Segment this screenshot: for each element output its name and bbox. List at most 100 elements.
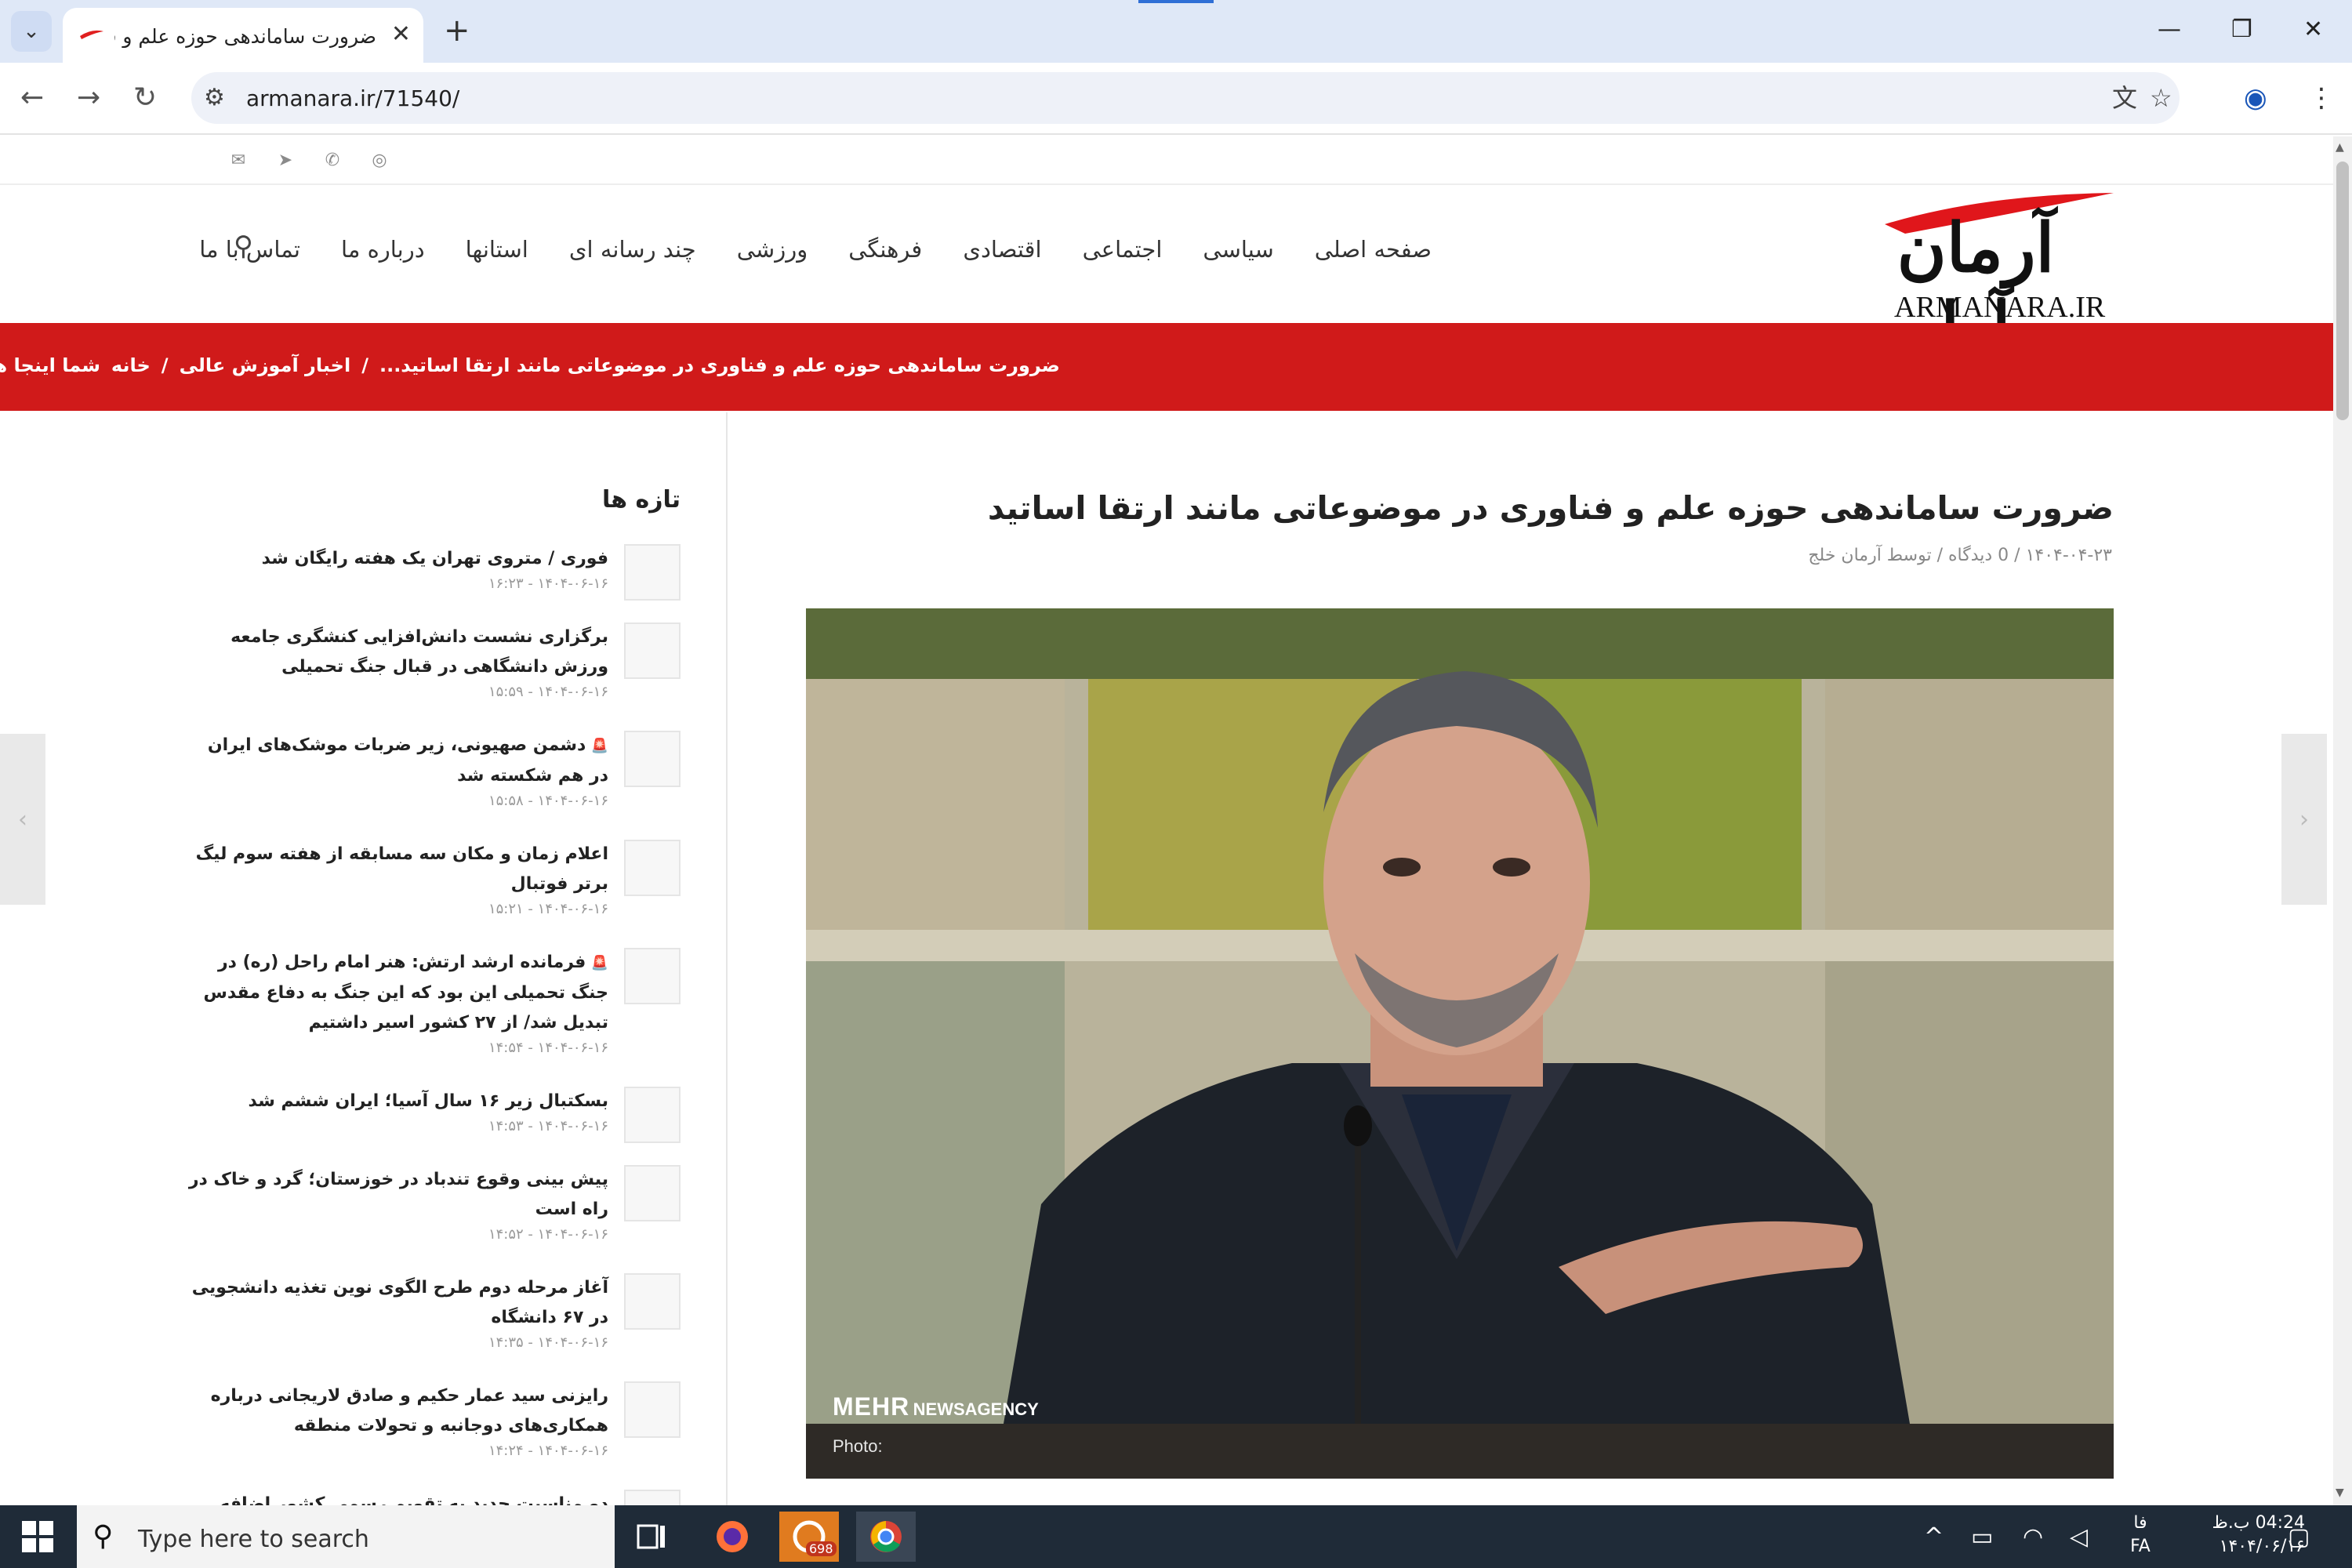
prev-post-arrow[interactable]: ‹ (0, 734, 45, 905)
chrome-icon[interactable] (856, 1512, 916, 1562)
instagram-icon[interactable]: ◎ (368, 149, 390, 171)
news-list-item[interactable]: 🚨 دشمن صهیونی، زیر ضربات موشک‌های ایران … (188, 731, 681, 811)
news-item-title[interactable]: 🚨 دشمن صهیونی، زیر ضربات موشک‌های ایران … (188, 731, 608, 791)
news-item-title-text: فرمانده ارشد ارتش: هنر امام راحل (ره) در… (203, 953, 608, 1033)
article-photo-image (806, 608, 2114, 1479)
news-list-item[interactable]: 🚨 فرمانده ارشد ارتش: هنر امام راحل (ره) … (188, 948, 681, 1058)
tab-search-button[interactable]: ⌄ (11, 11, 52, 52)
nav-item-home[interactable]: صفحه اصلی (1315, 236, 1432, 263)
scrollbar-thumb[interactable] (2336, 162, 2349, 420)
news-item-title[interactable]: آغاز مرحله دوم طرح الگوی نوین تغذیه دانش… (188, 1273, 608, 1333)
news-thumbnail[interactable] (624, 1381, 681, 1438)
news-thumbnail[interactable] (624, 1165, 681, 1221)
restore-icon[interactable]: ❐ (2231, 14, 2252, 45)
news-item-title[interactable]: پیش بینی وقوع تندباد در خوزستان؛ گرد و خ… (188, 1165, 608, 1225)
nav-item-provinces[interactable]: استانها (466, 236, 528, 263)
task-view-icon[interactable] (622, 1512, 682, 1562)
news-item-date: ۱۴۰۴-۰۶-۱۶ - ۱۴:۳۵ (488, 1334, 608, 1351)
nav-item-social[interactable]: اجتماعی (1083, 236, 1163, 263)
breadcrumb-category[interactable]: اخبار آموزش عالی (180, 354, 351, 376)
site-info-icon[interactable]: ⚙ (204, 83, 225, 113)
language-indicator[interactable]: فا FA (2125, 1512, 2156, 1559)
watermark-main: MEHR (833, 1392, 910, 1421)
window-close-icon[interactable]: ✕ (2303, 14, 2323, 45)
nav-item-multimedia[interactable]: چند رسانه ای (569, 236, 696, 263)
breadcrumb-home[interactable]: خانه (111, 354, 151, 376)
minimize-icon[interactable]: — (2158, 14, 2181, 45)
news-thumbnail[interactable] (624, 622, 681, 679)
news-thumbnail[interactable] (624, 948, 681, 1004)
news-item-body: اعلام زمان و مکان سه مسابقه از هفته سوم … (188, 840, 608, 920)
whatsapp-icon[interactable]: ✆ (321, 149, 343, 171)
tray-chevron-up-icon[interactable]: ^ (1924, 1524, 1944, 1551)
windows-start-icon[interactable] (22, 1521, 53, 1552)
breadcrumb-separator: / (361, 354, 368, 376)
profile-icon[interactable]: ◉ (2244, 80, 2267, 116)
new-tab-button[interactable]: + (444, 13, 470, 49)
url-text[interactable]: armanara.ir/71540/ (246, 85, 459, 111)
nav-item-culture[interactable]: فرهنگی (848, 236, 922, 263)
scroll-down-icon[interactable]: ▼ (2336, 1486, 2344, 1499)
language-bottom: FA (2130, 1537, 2151, 1556)
news-item-title[interactable]: 🚨 فرمانده ارشد ارتش: هنر امام راحل (ره) … (188, 948, 608, 1038)
forward-icon[interactable]: → (77, 80, 100, 116)
nav-item-about[interactable]: درباره ما (341, 236, 425, 263)
news-list-item[interactable]: بسکتبال زیر ۱۶ سال آسیا؛ ایران ششم شد ۱۴۰… (188, 1087, 681, 1143)
page-scrollbar[interactable]: ▲ ▼ (2333, 136, 2352, 1505)
address-toolbar: ← → ↻ ⚙ armanara.ir/71540/ 文 ☆ ◉ ⋮ (0, 63, 2352, 135)
nav-item-economy[interactable]: اقتصادی (963, 236, 1041, 263)
taskbar-app-badge[interactable]: 698 (779, 1512, 839, 1562)
news-list-item[interactable]: فوری / متروی تهران یک هفته رایگان شد ۱۴۰۴… (188, 544, 681, 601)
news-item-title[interactable]: بسکتبال زیر ۱۶ سال آسیا؛ ایران ششم شد (188, 1087, 608, 1116)
news-item-title[interactable]: برگزاری نشست دانش‌افزایی کنشگری جامعه ور… (188, 622, 608, 682)
reload-icon[interactable]: ↻ (133, 80, 157, 116)
app-badge-count: 698 (806, 1541, 837, 1556)
tab-close-icon[interactable]: ✕ (391, 22, 411, 47)
site-favicon-icon (80, 30, 103, 39)
telegram-icon[interactable]: ➤ (274, 149, 296, 171)
back-icon[interactable]: ← (20, 80, 44, 116)
address-bar[interactable]: ⚙ armanara.ir/71540/ 文 ☆ (191, 72, 2180, 124)
scroll-up-icon[interactable]: ▲ (2336, 141, 2344, 154)
news-item-title[interactable]: فوری / متروی تهران یک هفته رایگان شد (188, 544, 608, 574)
news-thumbnail[interactable] (624, 840, 681, 896)
news-list-item[interactable]: دو مناسبت جدید به تقویم رسمی کشور اضافه … (188, 1490, 681, 1505)
news-item-title-text: رایزنی سید عمار حکیم و صادق لاریجانی درب… (210, 1386, 608, 1436)
battery-icon[interactable]: ▭ (1971, 1524, 1993, 1551)
logo-latin-text: ARMANARA.IR (1894, 291, 2106, 324)
taskbar-search-box[interactable]: ⚲ Type here to search (77, 1505, 615, 1568)
news-thumbnail[interactable] (624, 1273, 681, 1330)
search-icon[interactable]: ⚲ (234, 230, 253, 262)
news-list-item[interactable]: رایزنی سید عمار حکیم و صادق لاریجانی درب… (188, 1381, 681, 1461)
site-logo[interactable]: آرمان آرا ARMANARA.IR (1882, 190, 2117, 367)
news-item-title[interactable]: رایزنی سید عمار حکیم و صادق لاریجانی درب… (188, 1381, 608, 1441)
news-list-item[interactable]: اعلام زمان و مکان سه مسابقه از هفته سوم … (188, 840, 681, 920)
volume-icon[interactable]: ◁ (2070, 1524, 2088, 1551)
breadcrumb-separator: / (161, 354, 169, 376)
browser-tab-active[interactable]: ضرورت ساماندهی حوزه علم و فناوری ✕ (63, 8, 423, 63)
email-icon[interactable]: ✉ (227, 149, 249, 171)
nav-item-sports[interactable]: ورزشی (737, 236, 808, 263)
wifi-icon[interactable]: ◠ (2023, 1524, 2043, 1551)
news-item-date: ۱۴۰۴-۰۶-۱۶ - ۱۵:۵۸ (488, 793, 608, 809)
search-icon: ⚲ (93, 1520, 114, 1552)
news-item-title-text: دشمن صهیونی، زیر ضربات موشک‌های ایران در… (207, 735, 608, 786)
news-thumbnail[interactable] (624, 731, 681, 787)
article-meta: ۱۴۰۴-۰۴-۲۳ / 0 دیدگاه / توسط آرمان خلج (1808, 546, 2112, 565)
news-list-item[interactable]: آغاز مرحله دوم طرح الگوی نوین تغذیه دانش… (188, 1273, 681, 1353)
notification-icon[interactable]: ▢ (2288, 1524, 2310, 1551)
news-thumbnail[interactable] (624, 1087, 681, 1143)
chevron-right-icon: › (2299, 805, 2309, 833)
news-item-title[interactable]: اعلام زمان و مکان سه مسابقه از هفته سوم … (188, 840, 608, 899)
news-thumbnail[interactable] (624, 1490, 681, 1505)
news-item-title[interactable]: دو مناسبت جدید به تقویم رسمی کشور اضافه … (188, 1490, 608, 1505)
news-list-item[interactable]: پیش بینی وقوع تندباد در خوزستان؛ گرد و خ… (188, 1165, 681, 1245)
news-list-item[interactable]: برگزاری نشست دانش‌افزایی کنشگری جامعه ور… (188, 622, 681, 702)
next-post-arrow[interactable]: › (2281, 734, 2327, 905)
news-thumbnail[interactable] (624, 544, 681, 601)
nav-item-politics[interactable]: سیاسی (1203, 236, 1273, 263)
menu-kebab-icon[interactable]: ⋮ (2308, 80, 2335, 116)
translate-icon[interactable]: 文 (2112, 83, 2137, 113)
bookmark-star-icon[interactable]: ☆ (2150, 83, 2172, 113)
firefox-icon[interactable] (702, 1512, 762, 1562)
